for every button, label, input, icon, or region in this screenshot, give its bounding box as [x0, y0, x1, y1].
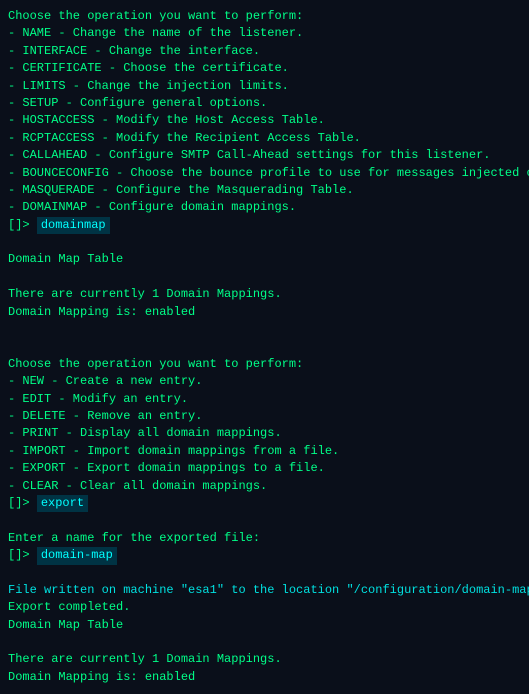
option-import: - IMPORT - Import domain mappings from a… — [8, 443, 521, 460]
domain-mapping-status-2: Domain Mapping is: enabled — [8, 669, 521, 686]
domain-map-table-title: Domain Map Table — [8, 251, 521, 268]
domain-mappings-count-2: There are currently 1 Domain Mappings. — [8, 651, 521, 668]
prompt-domainmap[interactable]: []> domainmap — [8, 217, 521, 234]
export-file-prompt: Enter a name for the exported file: — [8, 530, 521, 547]
prompt-bracket-1: ]> — [15, 217, 37, 234]
prompt-domain-map[interactable]: []> domain-map — [8, 547, 521, 564]
line-bounceconfig: - BOUNCECONFIG - Choose the bounce profi… — [8, 165, 521, 182]
terminal: Choose the operation you want to perform… — [8, 8, 521, 686]
option-print: - PRINT - Display all domain mappings. — [8, 425, 521, 442]
line-setup: - SETUP - Configure general options. — [8, 95, 521, 112]
line-domainmap: - DOMAINMAP - Configure domain mappings. — [8, 199, 521, 216]
prompt-prefix-1: [ — [8, 217, 15, 234]
prompt-bracket-3: ]> — [15, 547, 37, 564]
line-rcptaccess: - RCPTACCESS - Modify the Recipient Acce… — [8, 130, 521, 147]
line-masquerade: - MASQUERADE - Configure the Masqueradin… — [8, 182, 521, 199]
line-hostaccess: - HOSTACCESS - Modify the Host Access Ta… — [8, 112, 521, 129]
blank-3 — [8, 321, 521, 338]
option-export: - EXPORT - Export domain mappings to a f… — [8, 460, 521, 477]
blank-2 — [8, 269, 521, 286]
line-name: - NAME - Change the name of the listener… — [8, 25, 521, 42]
domain-mapping-status: Domain Mapping is: enabled — [8, 304, 521, 321]
blank-5 — [8, 512, 521, 529]
blank-6 — [8, 565, 521, 582]
line-callahead: - CALLAHEAD - Configure SMTP Call-Ahead … — [8, 147, 521, 164]
prompt-input-1[interactable]: domainmap — [37, 217, 110, 234]
domain-mappings-count: There are currently 1 Domain Mappings. — [8, 286, 521, 303]
option-clear: - CLEAR - Clear all domain mappings. — [8, 478, 521, 495]
choose-operation-2: Choose the operation you want to perform… — [8, 356, 521, 373]
file-written-message: File written on machine "esa1" to the lo… — [8, 582, 521, 599]
export-completed: Export completed. — [8, 599, 521, 616]
blank-4 — [8, 338, 521, 355]
line-certificate: - CERTIFICATE - Choose the certificate. — [8, 60, 521, 77]
line-choose-operation: Choose the operation you want to perform… — [8, 8, 521, 25]
option-delete: - DELETE - Remove an entry. — [8, 408, 521, 425]
prompt-prefix-3: [ — [8, 547, 15, 564]
option-new: - NEW - Create a new entry. — [8, 373, 521, 390]
blank-1 — [8, 234, 521, 251]
blank-7 — [8, 634, 521, 651]
line-interface: - INTERFACE - Change the interface. — [8, 43, 521, 60]
domain-map-table-title-2: Domain Map Table — [8, 617, 521, 634]
line-limits: - LIMITS - Change the injection limits. — [8, 78, 521, 95]
prompt-input-3[interactable]: domain-map — [37, 547, 117, 564]
option-edit: - EDIT - Modify an entry. — [8, 391, 521, 408]
